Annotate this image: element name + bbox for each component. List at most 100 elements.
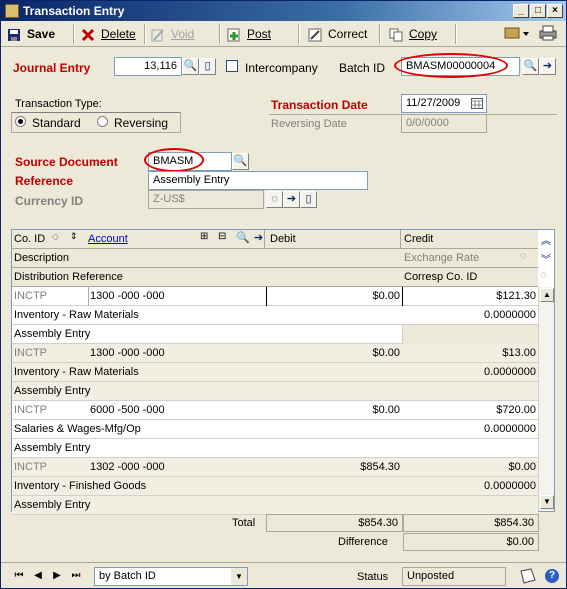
first-record-button[interactable]: ⏮	[13, 569, 25, 583]
account-cell[interactable]: 1300 -000 -000	[90, 287, 165, 306]
printer-icon	[539, 25, 557, 41]
credit-cell[interactable]: $0.00	[508, 458, 536, 477]
options-menu-button[interactable]	[504, 25, 530, 43]
print-button[interactable]	[539, 25, 557, 43]
debit-cell[interactable]: $854.30	[360, 458, 400, 477]
lookup-icon: 🔍	[233, 155, 248, 167]
account-cell[interactable]: 1302 -000 -000	[90, 458, 165, 477]
help-button[interactable]: ?	[545, 569, 559, 583]
copy-button[interactable]: Copy	[389, 25, 437, 43]
debit-cell[interactable]: $0.00	[372, 401, 400, 420]
dist-ref-cell[interactable]: Assembly Entry	[14, 496, 90, 515]
credit-cell[interactable]: $13.00	[502, 344, 536, 363]
collapse-button[interactable]: ︽	[539, 230, 554, 249]
maximize-button[interactable]: □	[530, 4, 546, 18]
col-account-header[interactable]: Account	[88, 233, 128, 245]
credit-cell[interactable]: $121.30	[496, 287, 536, 306]
exchange-rate-cell: 0.0000000	[484, 480, 536, 492]
batch-id-highlight	[394, 53, 508, 78]
dist-ref-cell[interactable]: Assembly Entry	[14, 325, 90, 344]
status-bar: ⏮ ◀ ▶ ⏭ by Batch ID ▼ Status Unposted ?	[1, 562, 566, 588]
account-cell[interactable]: 1300 -000 -000	[90, 344, 165, 363]
post-button[interactable]: Post	[227, 25, 271, 43]
corresp-co-id-cell	[402, 325, 538, 344]
last-record-button[interactable]: ⏭	[70, 569, 82, 583]
transaction-date-field[interactable]: 11/27/2009	[401, 94, 487, 113]
dist-ref-cell[interactable]: Assembly Entry	[14, 439, 90, 458]
batch-expand-button[interactable]: ➔	[539, 58, 556, 75]
col-credit-header: Credit	[404, 233, 434, 245]
exchange-rate-cell: 0.0000000	[484, 366, 536, 378]
credit-cell[interactable]: $720.00	[496, 401, 536, 420]
description-cell[interactable]: Inventory - Raw Materials	[14, 306, 139, 325]
table-row[interactable]: INCTP 1300 -000 -000 $0.00 $13.00	[12, 344, 538, 363]
save-button[interactable]: Save	[7, 25, 55, 43]
table-row[interactable]: INCTP 1302 -000 -000 $854.30 $0.00	[12, 458, 538, 477]
table-row[interactable]: Inventory - Raw Materials 0.0000000	[12, 306, 538, 325]
grid-scrollbar[interactable]: ▲ ▼	[538, 287, 554, 511]
description-cell[interactable]: Inventory - Raw Materials	[14, 363, 139, 382]
account-expand-icon[interactable]: ➔	[254, 231, 263, 244]
lookup-icon: 🔍	[183, 60, 198, 72]
table-row[interactable]: Inventory - Finished Goods 0.0000000	[12, 477, 538, 496]
sort-icon[interactable]: ⇕	[70, 231, 78, 242]
close-button[interactable]: ×	[547, 4, 563, 18]
journal-note-button[interactable]: ▯	[199, 58, 216, 75]
currency-id-field[interactable]: Z-US$	[148, 190, 264, 209]
description-cell[interactable]: Inventory - Finished Goods	[14, 477, 146, 496]
co-id-cell: INCTP	[14, 404, 47, 416]
toolbar-separator	[219, 24, 221, 44]
co-id-lookup-icon[interactable]: ◌	[52, 231, 59, 243]
save-label: Save	[27, 27, 56, 41]
expand-button[interactable]: ︾	[539, 249, 554, 268]
intercompany-checkbox[interactable]	[226, 60, 238, 72]
exchange-rate-cell: 0.0000000	[484, 423, 536, 435]
currency-expand-button[interactable]: ➔	[283, 191, 300, 208]
account-explorer-icon[interactable]: ⊟	[218, 231, 226, 242]
table-row[interactable]: Assembly Entry	[12, 382, 538, 401]
status-field: Unposted	[402, 567, 506, 586]
batch-lookup-button[interactable]: 🔍	[522, 58, 539, 75]
debit-cell[interactable]: $0.00	[372, 287, 400, 306]
scroll-down-button[interactable]: ▼	[540, 495, 554, 509]
standard-radio[interactable]	[15, 116, 26, 127]
correct-button[interactable]: Correct	[308, 25, 367, 43]
debit-cell[interactable]: $0.00	[372, 344, 400, 363]
currency-lookup-button[interactable]: ◌	[266, 191, 283, 208]
table-row[interactable]: INCTP 6000 -500 -000 $0.00 $720.00	[12, 401, 538, 420]
help-icon: ?	[548, 570, 556, 581]
next-record-button[interactable]: ▶	[51, 569, 63, 583]
source-document-lookup-button[interactable]: 🔍	[232, 153, 249, 170]
account-cell[interactable]: 6000 -500 -000	[90, 401, 165, 420]
reversing-date-field[interactable]: 0/0/0000	[401, 114, 487, 133]
void-button[interactable]: Void	[151, 25, 194, 43]
table-row[interactable]: Assembly Entry	[12, 439, 538, 458]
delete-button[interactable]: Delete	[81, 25, 136, 43]
table-row[interactable]: Salaries & Wages-Mfg/Op 0.0000000	[12, 420, 538, 439]
reference-field[interactable]: Assembly Entry	[148, 171, 368, 190]
account-format-icon[interactable]: ⊞	[200, 231, 208, 242]
journal-entry-field[interactable]: 13,116	[114, 57, 182, 76]
dist-ref-cell[interactable]: Assembly Entry	[14, 382, 90, 401]
description-cell[interactable]: Salaries & Wages-Mfg/Op	[14, 420, 141, 439]
copy-icon	[389, 28, 403, 42]
currency-note-button[interactable]: ▯	[300, 191, 317, 208]
scroll-up-button[interactable]: ▲	[540, 288, 554, 302]
account-lookup-icon[interactable]: 🔍	[236, 231, 250, 244]
table-row[interactable]: Assembly Entry	[12, 496, 538, 515]
browse-order-select[interactable]: by Batch ID ▼	[94, 567, 248, 586]
col-description-header: Description	[14, 252, 70, 264]
reversing-radio[interactable]	[97, 116, 108, 127]
lookup-icon: ◌	[271, 193, 278, 205]
table-row[interactable]: Assembly Entry	[12, 325, 538, 344]
previous-record-button[interactable]: ◀	[32, 569, 44, 583]
cell-divider	[88, 287, 89, 306]
journal-lookup-button[interactable]: 🔍	[182, 58, 199, 75]
exchange-rate-lookup-icon[interactable]: ◌	[520, 250, 527, 262]
transaction-date-value: 11/27/2009	[406, 97, 461, 109]
corresp-lookup-button[interactable]: ◌	[539, 268, 554, 287]
table-row[interactable]: INCTP 1300 -000 -000 $0.00 $121.30	[12, 287, 538, 306]
note-button[interactable]	[519, 568, 537, 587]
minimize-button[interactable]: _	[513, 4, 529, 18]
table-row[interactable]: Inventory - Raw Materials 0.0000000	[12, 363, 538, 382]
